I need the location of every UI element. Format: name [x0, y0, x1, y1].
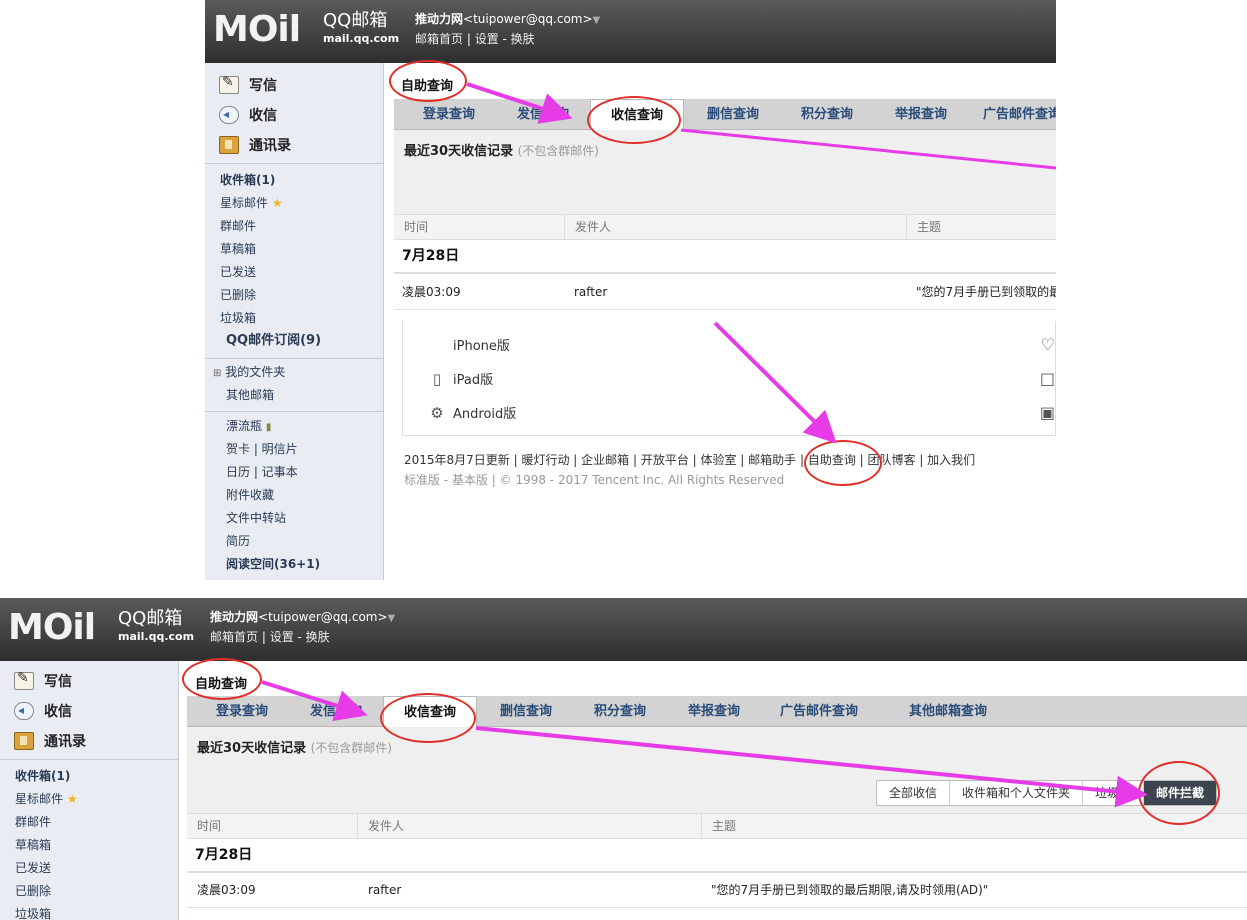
screenshot-bottom: MOil QQ邮箱 mail.qq.com 推动力网<tuipower@qq.c… [0, 598, 1247, 920]
annotation-arrows [261, 680, 1148, 808]
screenshot-top: MOil QQ邮箱 mail.qq.com 推动力网<tuipower@qq.c… [205, 0, 1056, 580]
annotation-arrows [466, 82, 1056, 444]
